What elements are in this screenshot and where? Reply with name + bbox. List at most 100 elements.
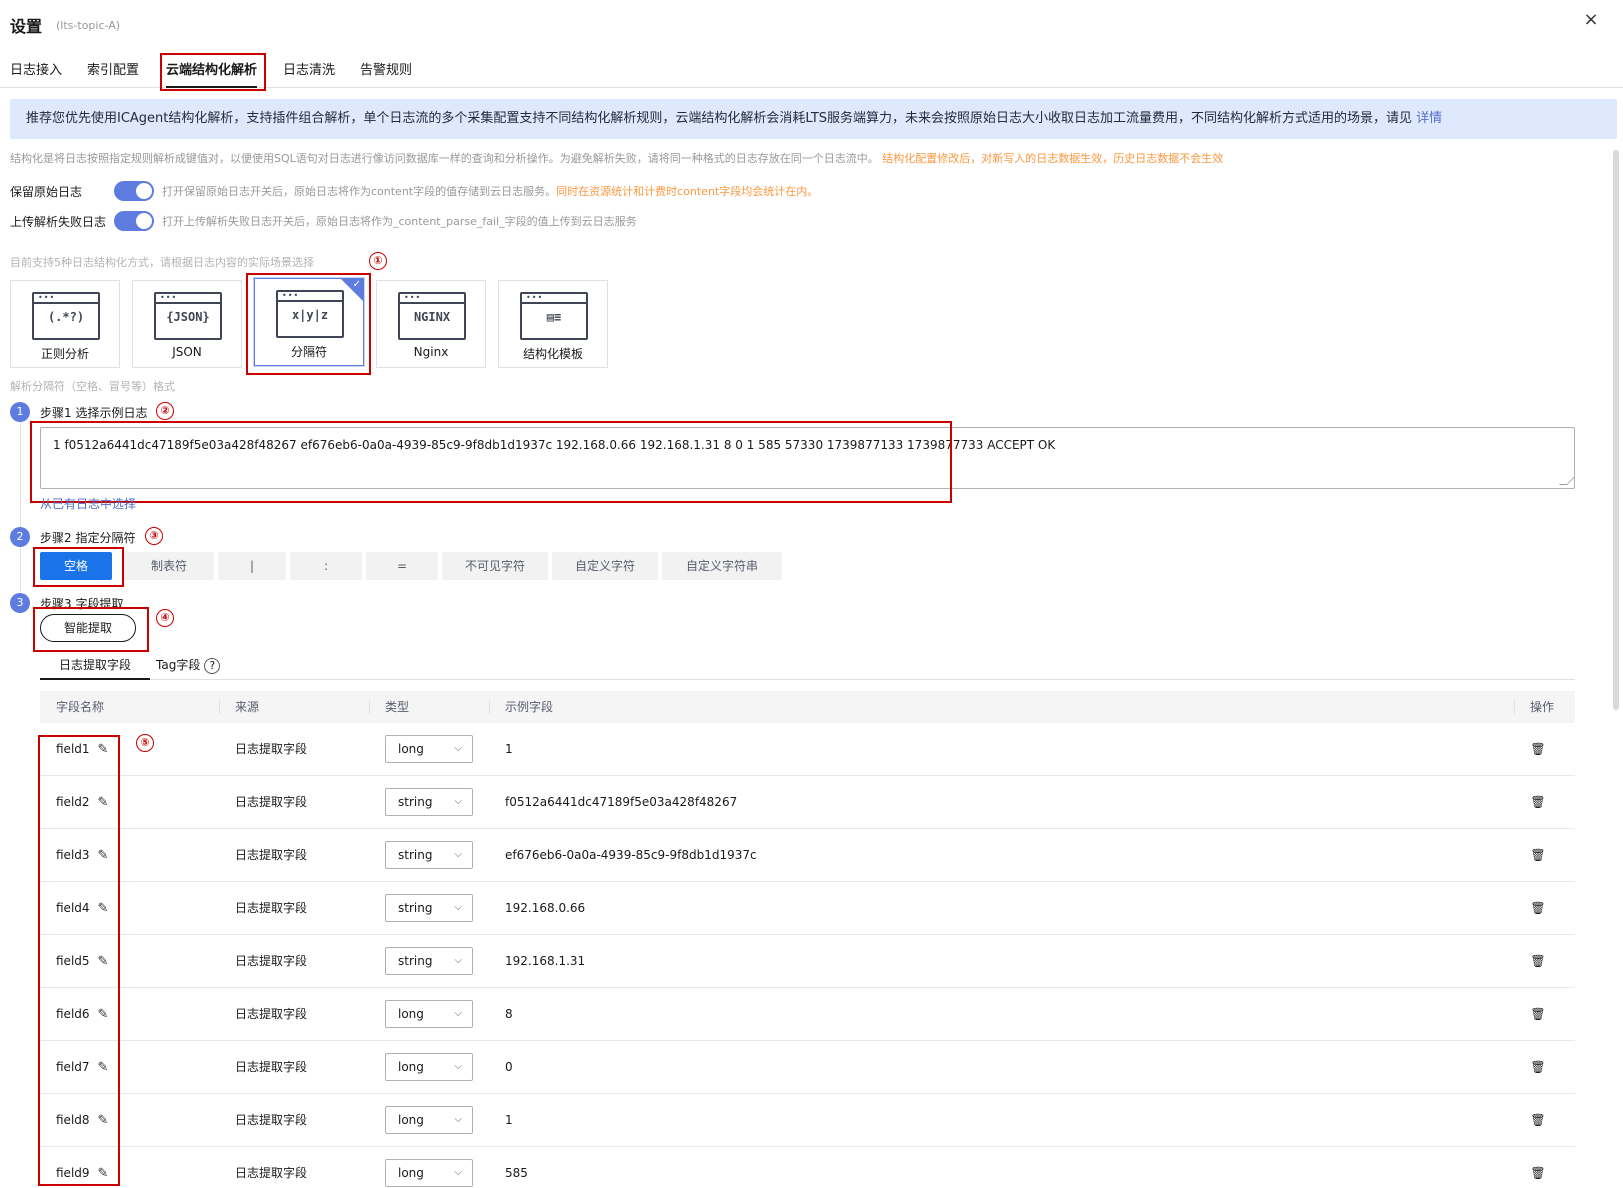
mode-label: 正则分析 [40, 347, 89, 361]
tab-index-config[interactable]: 索引配置 [87, 54, 139, 88]
field-name-cell: field8 ✎ [56, 1094, 108, 1147]
edit-icon[interactable]: ✎ [98, 935, 109, 988]
edit-icon[interactable]: ✎ [98, 829, 109, 882]
vertical-scrollbar[interactable] [1613, 150, 1619, 710]
delete-icon[interactable]: 🗑 [1530, 723, 1546, 776]
type-select[interactable]: string ⌵ [385, 894, 473, 922]
type-select[interactable]: long ⌵ [385, 735, 473, 763]
pick-from-existing-link[interactable]: 从已有日志中选择 [40, 495, 136, 512]
field-name: field1 [56, 742, 90, 756]
step-title: 步骤3 字段提取 [40, 596, 124, 611]
separator-tab-button[interactable]: 制表符 [124, 552, 214, 580]
source-cell: 日志提取字段 [235, 901, 308, 915]
field-name: field4 [56, 901, 90, 915]
edit-icon[interactable]: ✎ [98, 882, 109, 935]
type-select[interactable]: long ⌵ [385, 1106, 473, 1134]
tab-log-ingestion[interactable]: 日志接入 [10, 54, 62, 88]
tab-tag-fields[interactable]: Tag字段? [156, 654, 221, 680]
delete-icon[interactable]: 🗑 [1530, 882, 1546, 935]
field-name-cell: field9 ✎ [56, 1147, 108, 1188]
keep-raw-log-toggle[interactable] [114, 181, 154, 201]
step-1: 1 步骤1 选择示例日志 [10, 402, 147, 422]
help-icon[interactable]: ? [204, 658, 221, 674]
delete-icon[interactable]: 🗑 [1530, 935, 1546, 988]
source-cell: 日志提取字段 [235, 795, 308, 809]
delete-icon[interactable]: 🗑 [1530, 988, 1546, 1041]
separator-space-button[interactable]: 空格 [40, 552, 112, 580]
separator-colon-button[interactable]: : [290, 552, 362, 580]
separator-equals-button[interactable]: = [366, 552, 438, 580]
field-name-cell: field7 ✎ [56, 1041, 108, 1094]
sample-log-text: 1 f0512a6441dc47189f5e03a428f48267 ef676… [53, 438, 1056, 452]
tab-log-cleaning[interactable]: 日志清洗 [283, 54, 335, 88]
edit-icon[interactable]: ✎ [98, 988, 109, 1041]
mode-card-regex[interactable]: ••• (.*?) 正则分析 [10, 280, 120, 368]
separator-pipe-button[interactable]: | [218, 552, 286, 580]
chevron-down-icon: ⌵ [454, 1114, 462, 1125]
header-divider [1514, 700, 1515, 714]
edit-icon[interactable]: ✎ [98, 723, 109, 776]
keep-raw-log-label: 保留原始日志 [10, 184, 83, 199]
type-value: long [398, 1166, 424, 1180]
example-cell: 0 [505, 1060, 513, 1074]
delete-icon[interactable]: 🗑 [1530, 829, 1546, 882]
source-cell: 日志提取字段 [235, 1007, 308, 1021]
mode-card-delimiter[interactable]: ••• x|y|z 分隔符 ✓ [254, 278, 364, 366]
chevron-down-icon: ⌵ [454, 1061, 462, 1072]
source-cell: 日志提取字段 [235, 1113, 308, 1127]
header-action: 操作 [1530, 700, 1555, 714]
banner-details-link[interactable]: 详情 [1416, 111, 1442, 126]
tab-log-extracted-fields[interactable]: 日志提取字段 [40, 654, 151, 680]
separator-custom-char-button[interactable]: 自定义字符 [552, 552, 658, 580]
type-value: string [398, 848, 433, 862]
smart-extract-button[interactable]: 智能提取 [40, 614, 136, 642]
edit-icon[interactable]: ✎ [98, 1041, 109, 1094]
type-select[interactable]: string ⌵ [385, 947, 473, 975]
table-row: field6 ✎ 日志提取字段 long ⌵ 8 🗑 [40, 988, 1575, 1041]
type-select[interactable]: long ⌵ [385, 1053, 473, 1081]
table-row: field5 ✎ 日志提取字段 string ⌵ 192.168.1.31 🗑 [40, 935, 1575, 988]
source-cell: 日志提取字段 [235, 1060, 308, 1074]
close-icon[interactable]: × [1581, 10, 1601, 30]
mode-card-json[interactable]: ••• {JSON} JSON [132, 280, 242, 368]
tab-cloud-structuring[interactable]: 云端结构化解析 [166, 54, 258, 88]
type-select[interactable]: long ⌵ [385, 1159, 473, 1187]
type-select[interactable]: string ⌵ [385, 788, 473, 816]
type-value: long [398, 1060, 424, 1074]
table-row: field9 ✎ 日志提取字段 long ⌵ 585 🗑 [40, 1147, 1575, 1188]
header-type: 类型 [385, 700, 410, 714]
mode-card-template[interactable]: ••• ▤≡ 结构化模板 [498, 280, 608, 368]
resize-handle-icon[interactable] [1559, 477, 1575, 485]
table-row: field1 ✎ 日志提取字段 long ⌵ 1 🗑 [40, 723, 1575, 776]
separator-format-hint: 解析分隔符（空格、冒号等）格式 [10, 380, 175, 393]
sample-log-textarea[interactable]: 1 f0512a6441dc47189f5e03a428f48267 ef676… [40, 427, 1575, 489]
edit-icon[interactable]: ✎ [98, 776, 109, 829]
upload-failed-log-toggle[interactable] [114, 211, 154, 231]
separator-custom-string-button[interactable]: 自定义字符串 [662, 552, 782, 580]
type-select[interactable]: string ⌵ [385, 841, 473, 869]
field-name: field3 [56, 848, 90, 862]
delete-icon[interactable]: 🗑 [1530, 1147, 1546, 1188]
header-divider [369, 700, 370, 714]
separator-invisible-button[interactable]: 不可见字符 [442, 552, 548, 580]
example-cell: 1 [505, 1113, 513, 1127]
edit-icon[interactable]: ✎ [98, 1147, 109, 1188]
mode-label: JSON [172, 345, 202, 359]
delete-icon[interactable]: 🗑 [1530, 776, 1546, 829]
step-number: 1 [10, 402, 30, 422]
mode-label: 结构化模板 [522, 347, 583, 361]
mode-card-nginx[interactable]: ••• NGINX Nginx [376, 280, 486, 368]
delete-icon[interactable]: 🗑 [1530, 1041, 1546, 1094]
table-row: field7 ✎ 日志提取字段 long ⌵ 0 🗑 [40, 1041, 1575, 1094]
type-select[interactable]: long ⌵ [385, 1000, 473, 1028]
regex-glyph: (.*?) [47, 310, 85, 324]
edit-icon[interactable]: ✎ [98, 1094, 109, 1147]
regex-icon: ••• (.*?) [32, 292, 100, 340]
upload-failed-log-row: 上传解析失败日志 打开上传解析失败日志开关后，原始日志将作为_content_p… [10, 210, 637, 232]
mode-label: Nginx [413, 345, 449, 359]
example-cell: 192.168.0.66 [505, 901, 586, 915]
header-field-name: 字段名称 [56, 700, 105, 714]
tab-alarm-rules[interactable]: 告警规则 [360, 54, 412, 88]
delete-icon[interactable]: 🗑 [1530, 1094, 1546, 1147]
fields-table-header: 字段名称 来源 类型 示例字段 操作 [40, 691, 1575, 723]
